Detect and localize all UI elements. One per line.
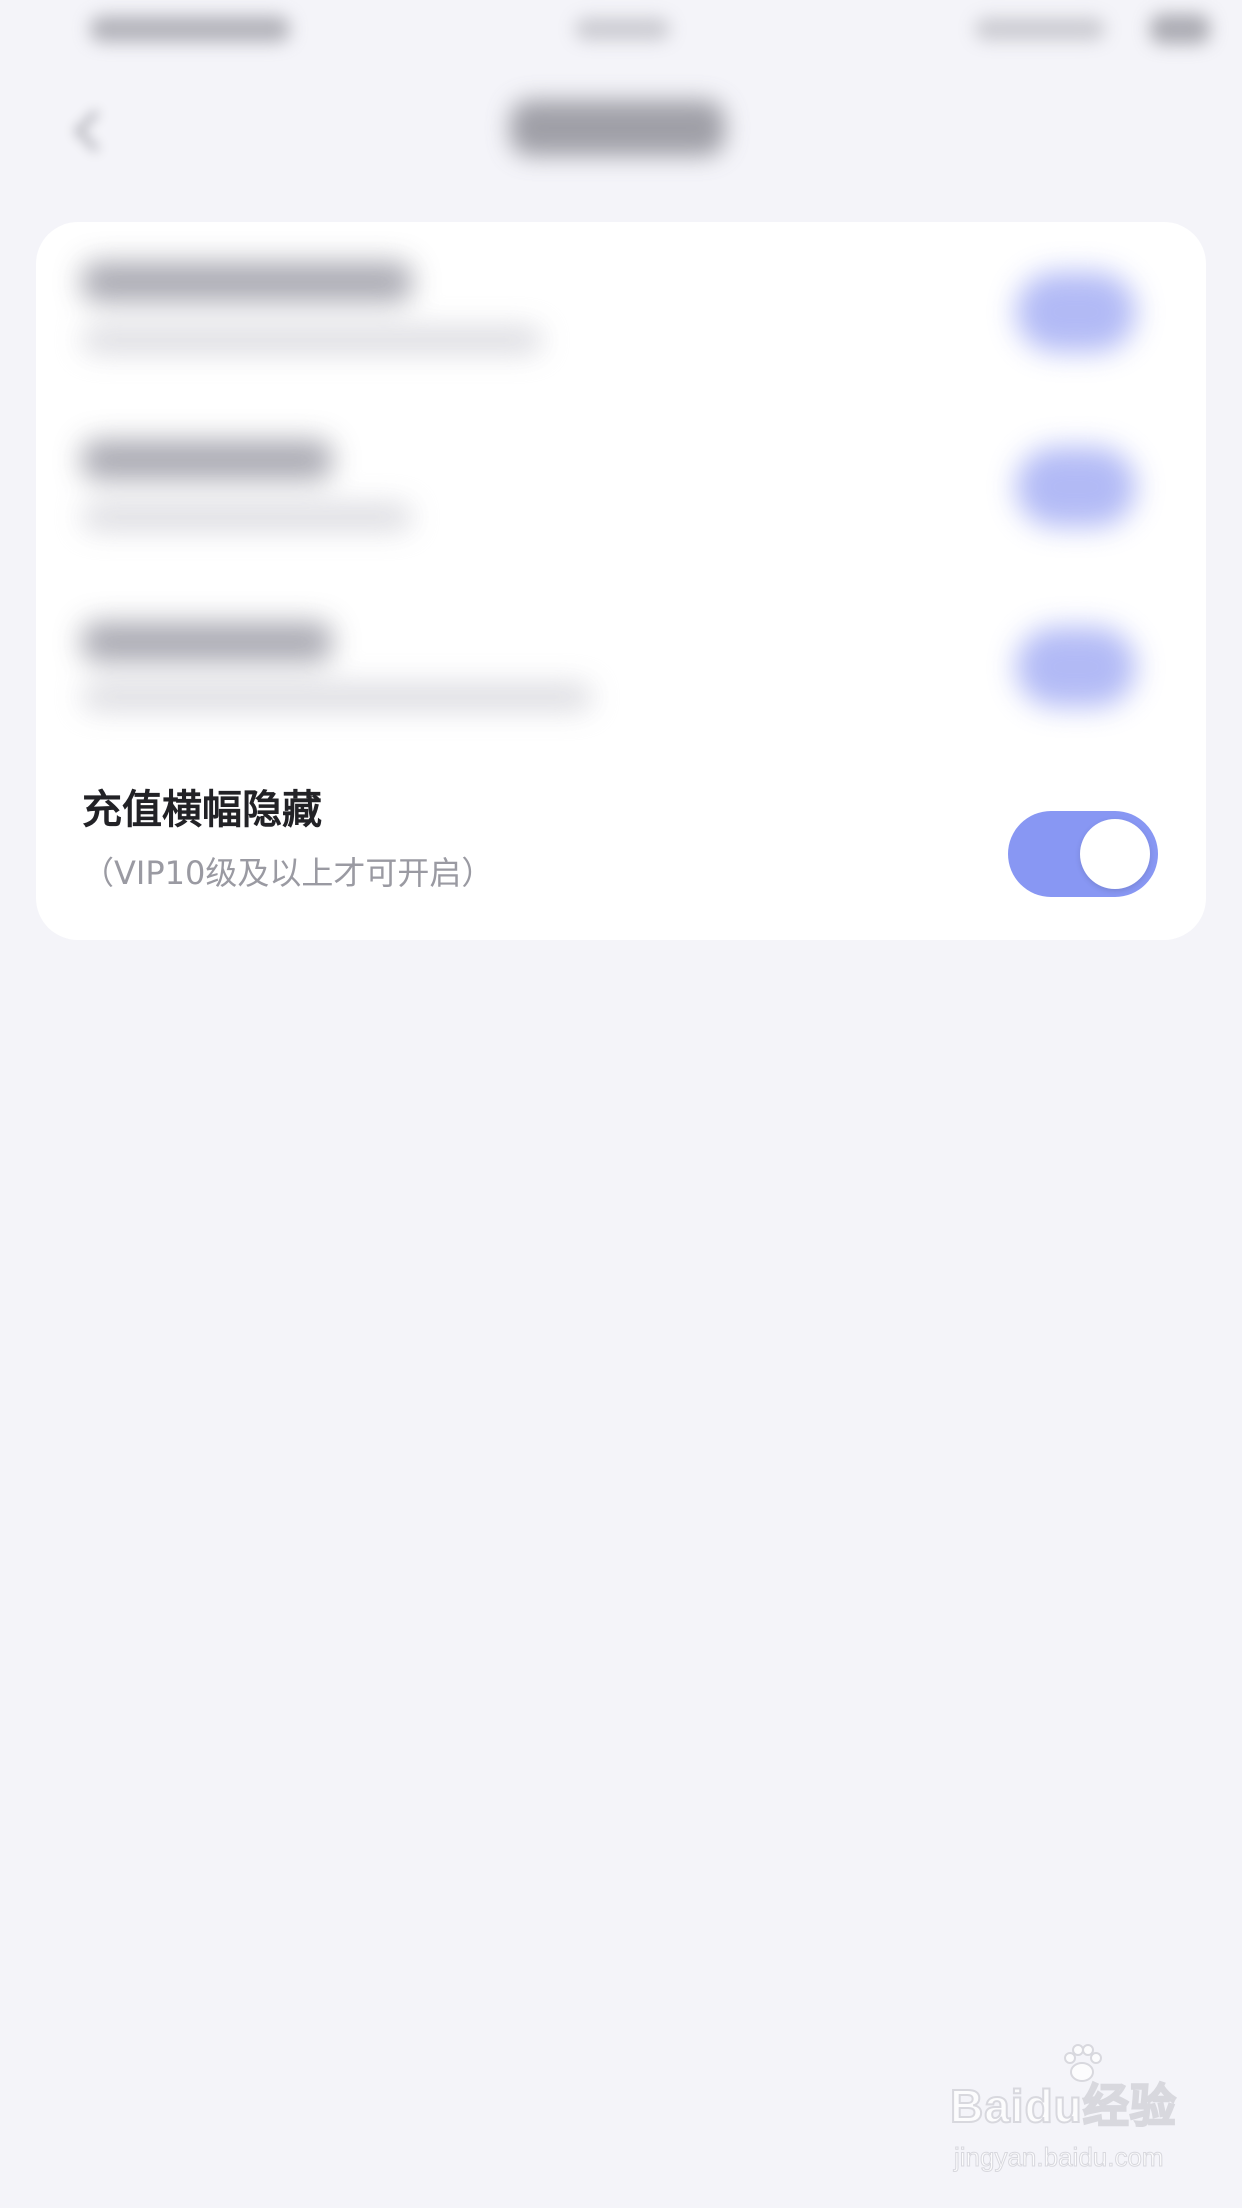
setting-title: 充值横幅隐藏 — [82, 787, 322, 833]
setting-subtitle: （VIP10级及以上才可开启） — [82, 854, 494, 892]
watermark-logo: Baidu经验 — [949, 2079, 1177, 2133]
blurred-row-3-subtitle — [82, 684, 592, 710]
blurred-row-1-subtitle — [82, 327, 542, 353]
blurred-row-2-toggle[interactable] — [1016, 447, 1136, 527]
recharge-banner-hide-toggle[interactable] — [1008, 811, 1158, 897]
blurred-row-3-toggle[interactable] — [1016, 627, 1136, 707]
settings-card: 充值横幅隐藏 （VIP10级及以上才可开启） — [36, 222, 1206, 940]
status-bar-carrier-blurred — [90, 16, 290, 42]
blurred-row-1-title — [82, 262, 412, 302]
status-bar-time-blurred — [575, 18, 670, 40]
baidu-jingyan-watermark: Baidu经验 jingyan.baidu.com — [949, 2044, 1190, 2190]
back-arrow-icon[interactable] — [70, 110, 110, 150]
watermark-url: jingyan.baidu.com — [954, 2142, 1165, 2173]
blurred-row-1-toggle[interactable] — [1016, 272, 1136, 352]
blurred-row-3-title — [82, 622, 332, 662]
status-bar — [0, 0, 1242, 60]
setting-row-recharge-banner-hide: 充值横幅隐藏 （VIP10级及以上才可开启） — [36, 762, 1206, 940]
blurred-row-2-subtitle — [82, 504, 412, 530]
page-title-blurred — [510, 100, 725, 156]
status-bar-indicators-blurred — [975, 18, 1105, 40]
battery-icon — [1150, 14, 1210, 44]
blurred-row-2-title — [82, 440, 332, 480]
blurred-settings-rows — [36, 222, 1206, 752]
toggle-knob — [1080, 819, 1150, 889]
navigation-bar — [0, 70, 1242, 180]
